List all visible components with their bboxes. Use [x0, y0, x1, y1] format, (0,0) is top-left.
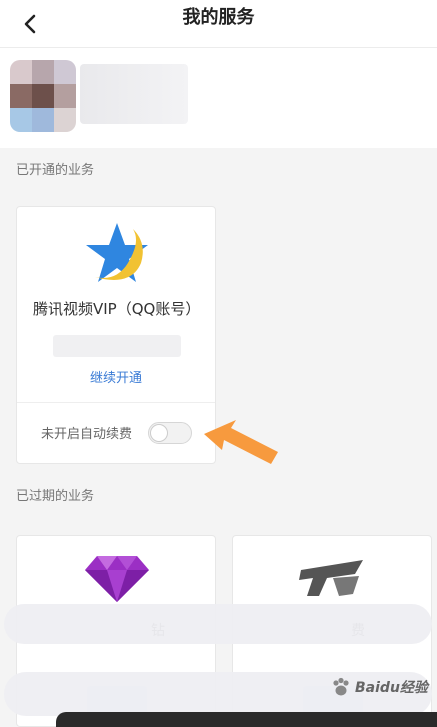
autorenew-toggle[interactable]	[148, 422, 192, 444]
watermark: Baidu经验	[330, 676, 428, 698]
section-expired-label: 已过期的业务	[0, 476, 437, 518]
header-bar: 我的服务	[0, 0, 437, 48]
service-name: 腾讯视频VIP（QQ账号）	[33, 300, 201, 318]
renew-link[interactable]: 继续开通	[17, 367, 215, 386]
purple-diamond-icon	[85, 556, 149, 602]
autorenew-label: 未开启自动续费	[41, 427, 133, 442]
section-active-label: 已开通的业务	[0, 150, 437, 192]
profile-row	[0, 48, 437, 148]
gray-logo-icon	[299, 560, 363, 596]
active-service-card[interactable]: 腾讯视频VIP（QQ账号） 继续开通 未开启自动续费	[16, 206, 216, 464]
page-title: 我的服务	[182, 7, 255, 28]
blurred-expiry	[53, 335, 181, 357]
paw-icon	[333, 677, 349, 696]
card-divider	[17, 402, 215, 403]
watermark-text: Baidu经验	[355, 680, 428, 696]
blurred-overlay-pill	[4, 604, 432, 644]
bottom-strip	[56, 712, 437, 727]
blurred-username	[80, 64, 188, 124]
avatar	[10, 60, 76, 132]
orange-arrow-icon	[204, 420, 278, 464]
toggle-knob	[150, 424, 168, 442]
vip-star-icon	[86, 223, 148, 282]
